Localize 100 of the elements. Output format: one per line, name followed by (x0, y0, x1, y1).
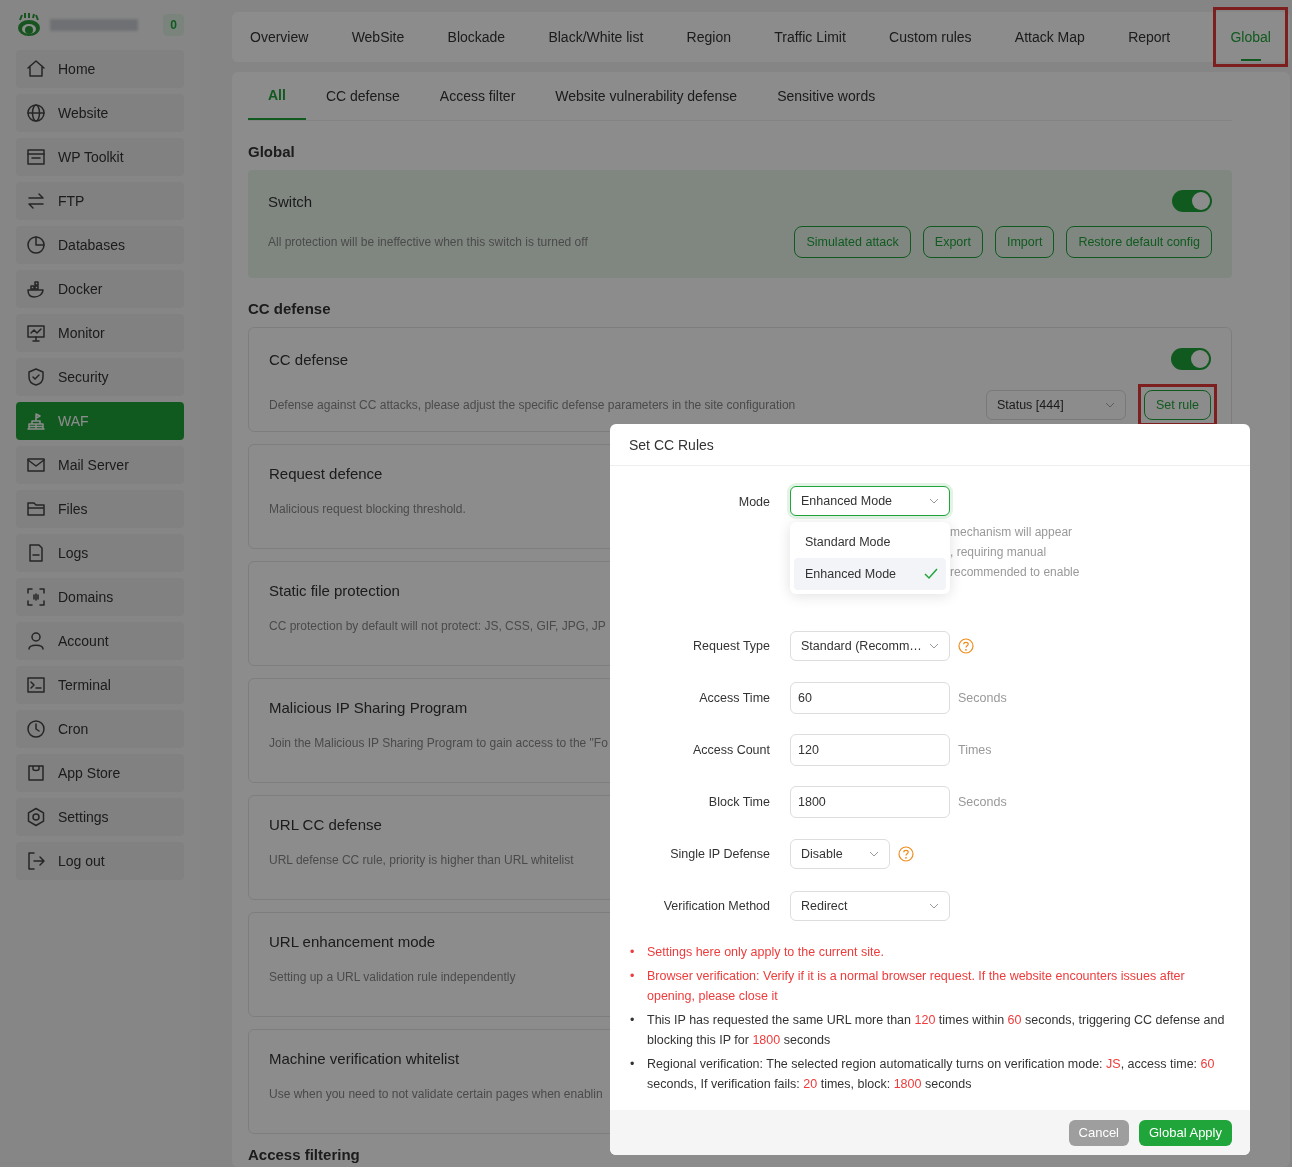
outline-button[interactable]: Restore default config (1066, 226, 1212, 258)
tab[interactable]: Website vulnerability defense (535, 72, 758, 120)
sidebar-item[interactable]: Website (16, 94, 184, 132)
toggle-switch[interactable] (1172, 190, 1212, 212)
transfer-icon (26, 191, 46, 211)
bullet: • (630, 968, 636, 985)
bullet: • (630, 1012, 636, 1029)
select-field[interactable]: Disable (790, 839, 890, 869)
field-label: Request Type (692, 639, 770, 653)
sidebar-item[interactable]: Domains (16, 578, 184, 616)
card-title: Request defence (269, 465, 383, 482)
chevron-down-icon (929, 903, 939, 909)
outline-button[interactable]: Simulated attack (794, 226, 911, 258)
tab[interactable]: Black/White list (548, 12, 644, 62)
field-label: Mode (737, 494, 770, 511)
tab[interactable]: All (248, 72, 306, 120)
clock-icon (26, 719, 46, 739)
folder-icon (26, 499, 46, 519)
field-label: Access Time (698, 691, 770, 705)
sidebar-item[interactable]: WP Toolkit (16, 138, 184, 176)
unit-label: Seconds (958, 795, 1007, 809)
sidebar-item[interactable]: Logs (16, 534, 184, 572)
tab[interactable]: Custom rules (889, 12, 972, 62)
input-field[interactable]: 120 (790, 734, 950, 766)
status-select[interactable]: Status [444] (985, 390, 1126, 420)
sidebar-item[interactable]: Account (16, 622, 184, 660)
hint-text: mechanism will appear (950, 524, 1073, 541)
unit-label: Times (958, 743, 992, 757)
sidebar-item[interactable]: Mail Server (16, 446, 184, 484)
card-title: Malicious IP Sharing Program (269, 699, 468, 716)
note-text: Regional verification: The selected region automatically turns on verification mode: JS, access time: 60 seconds, If verification fails: 20 times, block: 1800 seconds (647, 1056, 1216, 1093)
sidebar-item[interactable]: Log out (16, 842, 184, 880)
user-icon (26, 631, 46, 651)
unit-label: Seconds (958, 691, 1007, 705)
card-description: Defense against CC attacks, please adjust the specific defense parameters in the site configuration (269, 398, 796, 412)
sidebar-item[interactable]: Cron (16, 710, 184, 748)
sidebar-item[interactable]: Databases (16, 226, 184, 264)
dropdown-option[interactable]: Standard Mode (794, 526, 946, 558)
sidebar-item[interactable]: Home (16, 50, 184, 88)
section-heading: CC defense (248, 300, 332, 317)
set-rule-button[interactable]: Set rule (1143, 390, 1211, 420)
sidebar-item[interactable]: FTP (16, 182, 184, 220)
select-field[interactable]: Standard (Recomm… (790, 631, 950, 661)
hint-text: , requiring manual (950, 544, 1047, 561)
note-text: Settings here only apply to the current site. (647, 944, 885, 961)
card-title: URL enhancement mode (269, 933, 436, 950)
chevron-down-icon (929, 498, 939, 504)
logout-icon (26, 851, 46, 871)
sidebar-item[interactable]: Docker (16, 270, 184, 308)
field-label: Access Count (691, 743, 770, 757)
mail-icon (26, 455, 46, 475)
count-badge: 0 (163, 14, 184, 36)
tab[interactable]: Access filter (419, 72, 536, 120)
tab[interactable]: Attack Map (1014, 12, 1085, 62)
tab[interactable]: CC defense (305, 72, 420, 120)
select-field[interactable]: Redirect (790, 891, 950, 921)
card-description: Malicious request blocking threshold. (269, 502, 466, 516)
card-title: CC defense (269, 350, 349, 368)
tab[interactable]: WebSite (351, 12, 405, 62)
logo-icon (16, 12, 42, 38)
sidebar-item[interactable]: Files (16, 490, 184, 528)
section-heading: Global (248, 143, 296, 160)
tab[interactable]: Overview (250, 12, 309, 62)
check-icon (924, 568, 938, 580)
toggle-switch[interactable] (1171, 348, 1211, 370)
monitor-icon (26, 323, 46, 343)
tab[interactable]: Region (686, 12, 731, 62)
tab[interactable]: Sensitive words (757, 72, 896, 120)
sidebar-item[interactable]: Monitor (16, 314, 184, 352)
dialog-title: Set CC Rules (610, 424, 1250, 466)
apply-button[interactable]: Global Apply (1139, 1119, 1232, 1146)
shield-icon (26, 367, 46, 387)
sidebar-item[interactable]: App Store (16, 754, 184, 792)
outline-button[interactable]: Export (922, 226, 983, 258)
field-label: Block Time (707, 795, 770, 809)
sidebar-item[interactable]: WAF (16, 402, 184, 440)
input-field[interactable]: 1800 (790, 786, 950, 818)
card-description: Use when you need to not validate certain pages when enablin (269, 1087, 603, 1101)
field-label: Single IP Defense (669, 847, 770, 861)
input-field[interactable]: 60 (790, 682, 950, 714)
outline-button[interactable]: Import (994, 226, 1055, 258)
bullet: • (630, 1056, 636, 1073)
sidebar-item[interactable]: Security (16, 358, 184, 396)
section-heading: Access filtering (248, 1146, 361, 1163)
sidebar-item[interactable]: Settings (16, 798, 184, 836)
tab[interactable]: Traffic Limit (774, 12, 846, 62)
globe-icon (26, 103, 46, 123)
note-text: This IP has requested the same URL more than 120 times within 60 seconds, triggering CC defense and blocking this IP for 1800 seconds (647, 1012, 1226, 1049)
card-description: Setting up a URL validation rule independently (269, 970, 516, 984)
sidebar-item[interactable]: Terminal (16, 666, 184, 704)
dropdown-option[interactable]: Enhanced Mode (794, 558, 946, 590)
field-label: Verification Method (662, 899, 770, 913)
pie-chart-icon (26, 235, 46, 255)
mode-select[interactable]: Enhanced Mode (790, 486, 950, 516)
tab[interactable]: Blockade (447, 12, 506, 62)
window-icon (26, 147, 46, 167)
tab[interactable]: Report (1128, 12, 1171, 62)
bullet: • (630, 944, 636, 961)
home-icon (26, 59, 46, 79)
hint-text: recommended to enable (950, 564, 1080, 581)
